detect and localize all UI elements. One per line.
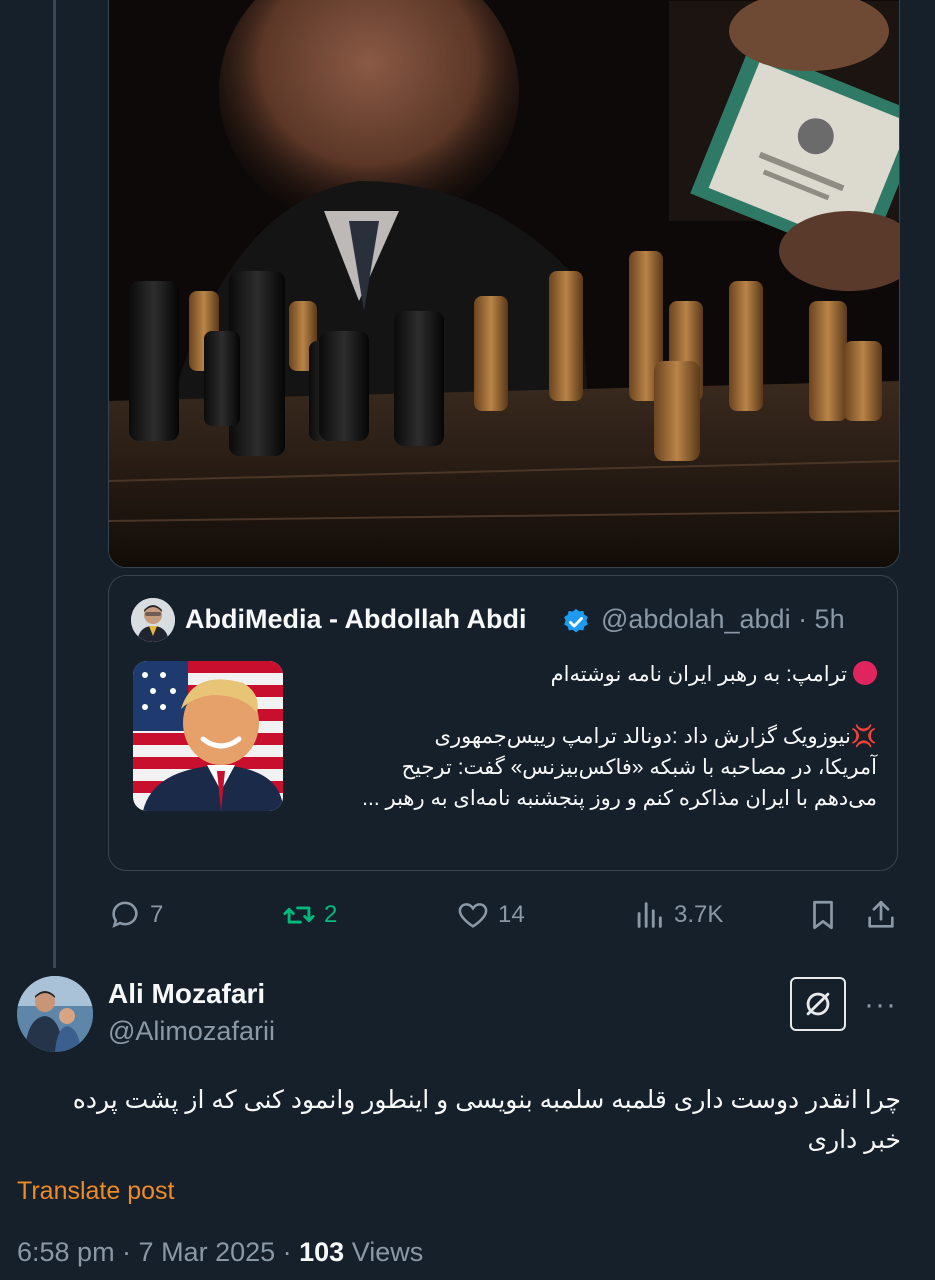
reply-author-avatar[interactable] — [17, 976, 93, 1052]
bookmark-button[interactable] — [806, 895, 848, 935]
translate-post-link[interactable]: Translate post — [17, 1177, 174, 1206]
more-options-button[interactable]: ··· — [864, 988, 897, 1022]
reply-button[interactable]: 7 — [108, 895, 163, 935]
person-avatar-image — [131, 598, 175, 642]
quoted-thumbnail-image[interactable] — [133, 661, 283, 811]
views-button[interactable]: 3.7K — [632, 895, 723, 935]
reply-author-name[interactable]: Ali Mozafari — [108, 978, 265, 1010]
tweet-media-image[interactable] — [108, 0, 900, 568]
reply-tweet-text: چرا انقدر دوست داری قلمبه سلمبه بنویسی و… — [72, 1086, 901, 1154]
quoted-author-handle-time[interactable]: @abdolah_abdi · 5h — [601, 604, 845, 635]
view-count: 3.7K — [674, 901, 724, 928]
grok-slash-icon — [806, 992, 830, 1016]
thread-connector-line — [53, 0, 56, 968]
quoted-text-line: می‌دهم با ایران مذاکره کنم و روز پنجشنبه… — [362, 787, 877, 810]
chess-scene-illustration — [109, 0, 899, 567]
reply-author-handle[interactable]: @Alimozafarii — [108, 1016, 275, 1047]
repost-count: 2 — [324, 901, 338, 928]
repost-button[interactable]: 2 — [282, 895, 337, 935]
reply-bubble-icon — [112, 901, 138, 928]
bar-chart-icon — [637, 902, 662, 928]
post-views-label: Views — [344, 1237, 424, 1267]
heart-icon — [458, 903, 488, 928]
like-count: 14 — [498, 901, 525, 928]
quoted-text-line: ترامپ: به رهبر ایران نامه نوشته‌ام — [550, 663, 847, 686]
share-icon — [868, 900, 894, 928]
share-button[interactable] — [864, 895, 906, 935]
verified-badge-icon — [564, 608, 588, 633]
quoted-text-line: آمریکا، در مصاحبه با شبکه «فاکس‌بیزنس» گ… — [401, 756, 877, 779]
quoted-text-line: نیوزویک گزارش داد :دونالد ترامپ رییس‌جمه… — [434, 725, 851, 748]
post-metadata: 6:58 pm · 7 Mar 2025 · 103 Views — [17, 1237, 423, 1268]
quoted-author-avatar[interactable] — [131, 598, 175, 642]
quoted-author-name[interactable]: AbdiMedia - Abdollah Abdi — [185, 604, 526, 635]
anger-symbol-emoji-icon: 💢 — [850, 725, 877, 748]
grok-button[interactable] — [790, 977, 846, 1031]
quoted-tweet-card[interactable]: AbdiMedia - Abdollah Abdi @abdolah_abdi … — [108, 575, 898, 871]
red-circle-emoji-icon — [853, 661, 877, 685]
like-button[interactable]: 14 — [456, 895, 525, 935]
post-view-count: 103 — [299, 1237, 345, 1267]
person-avatar-image — [17, 976, 93, 1052]
portrait-image — [133, 661, 283, 811]
quoted-tweet-text: ترامپ: به رهبر ایران نامه نوشته‌ام ​ 💢نی… — [317, 659, 877, 814]
repost-icon — [283, 906, 315, 924]
post-timestamp[interactable]: 6:58 pm · 7 Mar 2025 · — [17, 1237, 299, 1267]
bookmark-icon — [813, 900, 833, 930]
reply-count: 7 — [150, 901, 164, 928]
